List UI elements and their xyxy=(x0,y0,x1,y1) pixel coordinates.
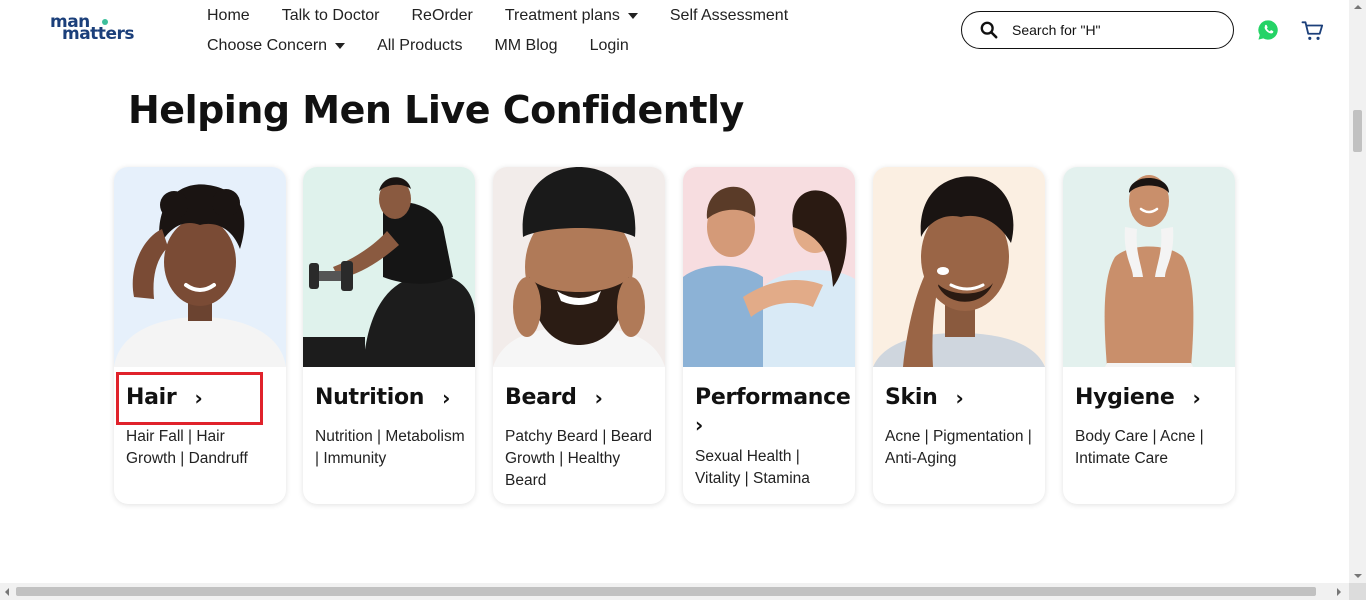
chevron-right-icon: › xyxy=(442,385,451,410)
nav-row-2: Choose Concern All Products MM Blog Logi… xyxy=(207,34,661,58)
whatsapp-icon[interactable] xyxy=(1257,19,1279,41)
search-icon xyxy=(980,21,998,39)
search-input[interactable] xyxy=(1012,22,1212,38)
card-image xyxy=(493,167,665,367)
nav-reorder[interactable]: ReOrder xyxy=(412,7,473,25)
scroll-left-arrow-icon[interactable] xyxy=(5,588,9,596)
scroll-down-arrow-icon[interactable] xyxy=(1354,574,1362,578)
nav-home[interactable]: Home xyxy=(207,7,250,25)
concern-card-beard[interactable]: Beard › Patchy Beard | Beard Growth | Hea… xyxy=(493,167,665,504)
card-title: Performance xyxy=(695,385,851,410)
scroll-right-arrow-icon[interactable] xyxy=(1337,588,1341,596)
card-title-text: Hygiene xyxy=(1075,385,1175,410)
card-title: Hygiene › xyxy=(1075,385,1201,410)
horizontal-scroll-thumb[interactable] xyxy=(16,587,1316,596)
nav-mm-blog[interactable]: MM Blog xyxy=(494,37,557,55)
card-description: Nutrition | Metabolism | Immunity xyxy=(315,428,465,467)
scroll-up-arrow-icon[interactable] xyxy=(1354,5,1362,9)
concern-card-performance[interactable]: Performance › Sexual Health | Vitality |… xyxy=(683,167,855,504)
nav-login[interactable]: Login xyxy=(590,37,629,55)
concern-card-nutrition[interactable]: Nutrition › Nutrition | Metabolism | Immu… xyxy=(303,167,475,504)
card-description: Patchy Beard | Beard Growth | Healthy Be… xyxy=(505,428,653,489)
nav-treatment-plans-label: Treatment plans xyxy=(504,7,620,24)
card-description: Body Care | Acne | Intimate Care xyxy=(1075,428,1204,467)
card-title-text: Nutrition xyxy=(315,385,425,410)
vertical-scroll-thumb[interactable] xyxy=(1353,110,1362,152)
vertical-scrollbar[interactable] xyxy=(1349,0,1366,583)
concern-card-hygiene[interactable]: Hygiene › Body Care | Acne | Intimate Car… xyxy=(1063,167,1235,504)
card-image xyxy=(1063,167,1235,367)
card-image xyxy=(873,167,1045,367)
nav-all-products[interactable]: All Products xyxy=(377,37,462,55)
card-title-text: Performance xyxy=(695,385,851,410)
nav-talk-to-doctor[interactable]: Talk to Doctor xyxy=(282,7,380,25)
chevron-down-icon xyxy=(335,43,346,49)
search-box[interactable] xyxy=(961,11,1234,49)
chevron-down-icon xyxy=(627,13,638,19)
nav-treatment-plans[interactable]: Treatment plans xyxy=(505,7,638,25)
nav-choose-concern-label: Choose Concern xyxy=(207,37,328,54)
cart-icon[interactable] xyxy=(1301,20,1325,42)
nav-choose-concern[interactable]: Choose Concern xyxy=(207,37,346,55)
card-description: Sexual Health | Vitality | Stamina xyxy=(695,448,810,487)
scrollbar-corner xyxy=(1349,583,1366,600)
logo-text-matters: matters xyxy=(62,24,134,44)
horizontal-scrollbar[interactable] xyxy=(0,583,1366,600)
card-description: Hair Fall | Hair Growth | Dandruff xyxy=(126,428,248,467)
page-heading: Helping Men Live Confidently xyxy=(128,88,744,132)
card-image xyxy=(303,167,475,367)
card-title-text: Beard xyxy=(505,385,577,410)
brand-logo[interactable]: man matters xyxy=(50,14,136,44)
nav-row-1: Home Talk to Doctor ReOrder Treatment pl… xyxy=(207,4,820,28)
chevron-right-icon: › xyxy=(695,413,703,437)
focus-highlight-box xyxy=(116,372,263,425)
card-description: Acne | Pigmentation | Anti-Aging xyxy=(885,428,1032,467)
concern-card-skin[interactable]: Skin › Acne | Pigmentation | Anti-Aging xyxy=(873,167,1045,504)
card-title: Beard › xyxy=(505,385,603,410)
card-title-chevron: › xyxy=(695,413,703,437)
card-title: Nutrition › xyxy=(315,385,450,410)
card-image xyxy=(114,167,286,367)
nav-self-assessment[interactable]: Self Assessment xyxy=(670,7,788,25)
card-title-text: Skin xyxy=(885,385,938,410)
chevron-right-icon: › xyxy=(955,385,964,410)
chevron-right-icon: › xyxy=(594,385,603,410)
concern-card-hair[interactable]: Hair › Hair Fall | Hair Growth | Dandruff xyxy=(114,167,286,504)
chevron-right-icon: › xyxy=(1192,385,1201,410)
card-image xyxy=(683,167,855,367)
card-title: Skin › xyxy=(885,385,964,410)
